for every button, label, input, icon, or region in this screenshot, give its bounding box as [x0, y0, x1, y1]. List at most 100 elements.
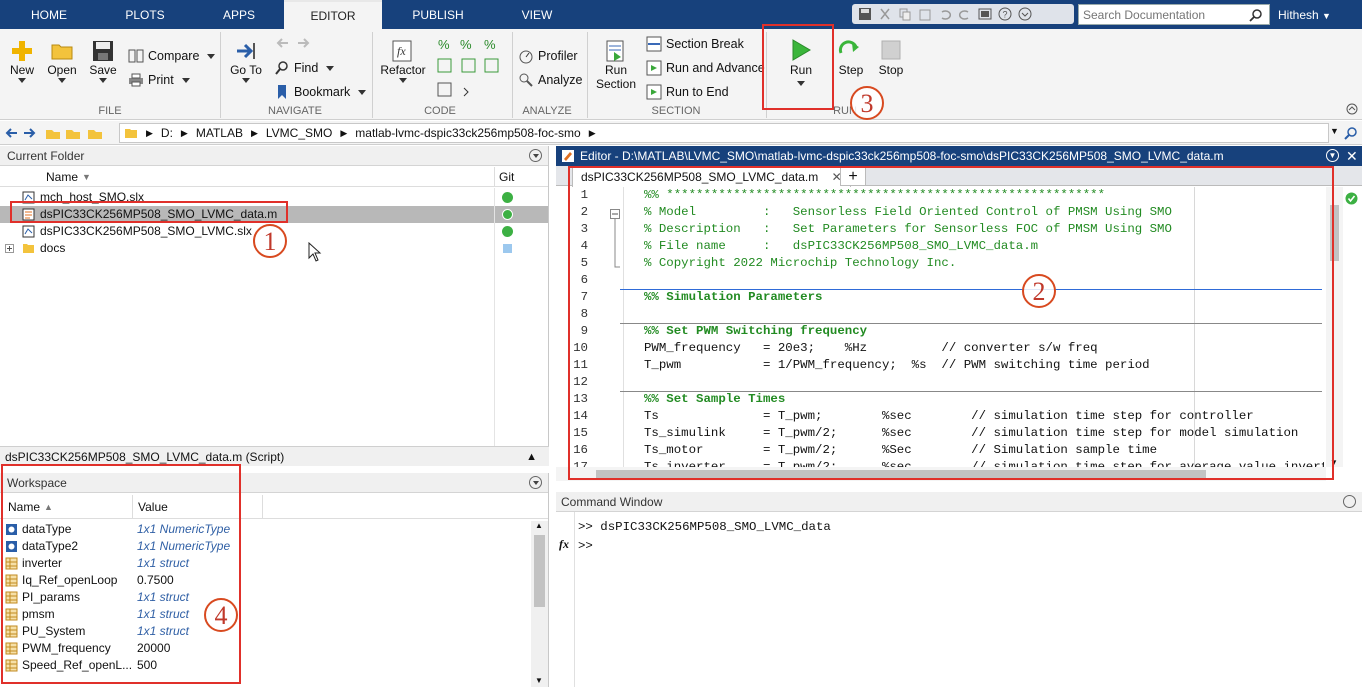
command-window-header: Command Window	[556, 492, 1362, 512]
tab-home[interactable]: HOME	[10, 0, 88, 29]
annotation-box-4	[1, 464, 241, 684]
search-documentation[interactable]	[1078, 4, 1270, 25]
folder-icon	[125, 129, 137, 138]
fx-icon[interactable]: fx	[559, 537, 569, 552]
col-git[interactable]: Git	[499, 167, 514, 187]
user-name: Hithesh	[1278, 8, 1319, 22]
help-icon[interactable]: ?	[998, 7, 1012, 21]
mouse-cursor-icon	[308, 242, 322, 262]
goto-arrow-icon	[237, 43, 255, 59]
simulink-file-icon	[22, 225, 35, 238]
editor-ribbon: New Open Save Compare Print FILE Go To F…	[0, 29, 1362, 120]
step-icon	[838, 40, 859, 54]
switch-windows-icon[interactable]	[978, 7, 992, 21]
stop-icon	[881, 40, 901, 60]
annotation-box-2	[568, 166, 1334, 480]
undo-icon[interactable]	[938, 7, 952, 21]
profiler-icon	[519, 50, 533, 64]
section-break-button[interactable]: Section Break	[646, 36, 744, 52]
tab-editor[interactable]: EDITOR	[284, 0, 382, 29]
tab-publish[interactable]: PUBLISH	[398, 0, 478, 29]
panel-menu-icon[interactable]	[529, 149, 542, 162]
panel-menu-icon[interactable]	[1343, 495, 1356, 508]
run-section-button[interactable]: Run Section	[593, 39, 639, 91]
stop-label: Stop	[878, 63, 904, 77]
command-window: Command Window >> dsPIC33CK256MP508_SMO_…	[556, 492, 1362, 687]
file-name: docs	[40, 241, 66, 255]
collapse-ribbon-icon[interactable]	[1346, 103, 1358, 115]
search-icon	[275, 61, 288, 75]
refactor-icon: fx	[392, 40, 412, 62]
section-break-label: Section Break	[666, 37, 744, 51]
run-and-advance-button[interactable]: Run and Advance	[646, 60, 765, 76]
crumb-matlab[interactable]: MATLAB	[196, 126, 243, 140]
stop-button[interactable]: Stop	[874, 37, 908, 77]
chevron-down-icon[interactable]	[1018, 7, 1032, 21]
panel-menu-icon[interactable]	[529, 476, 542, 489]
copy-icon[interactable]	[898, 7, 912, 21]
save-button[interactable]: Save	[88, 39, 118, 83]
workspace-scrollbar[interactable]: ▲ ▼	[531, 521, 548, 687]
search-input[interactable]	[1079, 7, 1249, 22]
close-icon[interactable]: ✕	[1346, 146, 1358, 166]
step-button[interactable]: Step	[834, 37, 868, 77]
open-button[interactable]: Open	[45, 39, 79, 83]
cut-icon[interactable]	[878, 7, 892, 21]
search-icon[interactable]	[1249, 8, 1263, 22]
editor-icon	[562, 150, 574, 162]
tab-apps[interactable]: APPS	[200, 0, 278, 29]
search-folder-icon[interactable]	[1344, 126, 1358, 140]
print-button[interactable]: Print	[128, 72, 190, 88]
crumb-lvmc-smo[interactable]: LVMC_SMO	[266, 126, 332, 140]
navigate-group-label: NAVIGATE	[268, 105, 322, 117]
analyze-icon	[519, 73, 533, 87]
crumb-project[interactable]: matlab-lvmc-dspic33ck256mp508-foc-smo	[355, 126, 580, 140]
expand-icon[interactable]	[5, 244, 14, 253]
details-bar: dsPIC33CK256MP508_SMO_LVMC_data.m (Scrip…	[0, 446, 549, 466]
annotation-marker-2: 2	[1022, 274, 1056, 308]
redo-icon[interactable]	[958, 7, 972, 21]
section-break-icon	[646, 36, 662, 52]
run-to-end-button[interactable]: Run to End	[646, 84, 729, 100]
bookmark-icon	[278, 85, 286, 99]
step-label: Step	[838, 63, 864, 77]
paste-icon[interactable]	[918, 7, 932, 21]
svg-text:%: %	[438, 37, 450, 52]
editor-title-bar: Editor - D:\MATLAB\LVMC_SMO\matlab-lvmc-…	[556, 146, 1362, 166]
bookmark-button[interactable]: Bookmark	[274, 84, 367, 100]
new-button[interactable]: New	[6, 39, 38, 83]
goto-label: Go To	[230, 63, 262, 77]
run-section-label-1: Run	[604, 63, 627, 77]
compare-button[interactable]: Compare	[128, 48, 216, 64]
navigation-icons[interactable]	[4, 126, 114, 140]
open-label: Open	[47, 63, 77, 77]
breadcrumb[interactable]: ▶ D: ▶ MATLAB ▶ LVMC_SMO ▶ matlab-lvmc-dspi…	[119, 123, 1329, 143]
refactor-button[interactable]: fx Refactor	[378, 39, 428, 83]
plus-icon	[12, 41, 32, 61]
goto-button[interactable]: Go To	[228, 39, 264, 83]
details-toggle[interactable]: ▲	[526, 447, 537, 467]
crumb-drive[interactable]: D:	[161, 126, 173, 140]
command-prompt[interactable]: >>	[578, 539, 593, 553]
col-name[interactable]: Name	[46, 167, 78, 187]
tab-view[interactable]: VIEW	[498, 0, 576, 29]
find-label: Find	[294, 61, 319, 75]
code-ok-icon	[1345, 192, 1358, 205]
code-tools-icons[interactable]: % % %	[436, 35, 504, 103]
current-folder-header: Current Folder	[0, 146, 548, 166]
back-forward-icon[interactable]	[274, 36, 314, 50]
print-label: Print	[148, 73, 174, 87]
address-dropdown[interactable]: ▼	[1330, 126, 1339, 136]
save-icon[interactable]	[858, 7, 872, 21]
floppy-icon	[93, 41, 113, 61]
user-menu[interactable]: Hithesh ▼	[1278, 0, 1331, 29]
file-group-label: FILE	[98, 105, 122, 117]
compare-icon	[128, 49, 144, 63]
analyze-button[interactable]: Analyze	[518, 72, 582, 88]
file-name: dsPIC33CK256MP508_SMO_LVMC.slx	[40, 224, 252, 238]
printer-icon	[129, 73, 143, 87]
find-button[interactable]: Find	[274, 60, 335, 76]
editor-menu-icon[interactable]: ▼	[1326, 149, 1339, 162]
profiler-button[interactable]: Profiler	[518, 48, 578, 64]
tab-plots[interactable]: PLOTS	[106, 0, 184, 29]
